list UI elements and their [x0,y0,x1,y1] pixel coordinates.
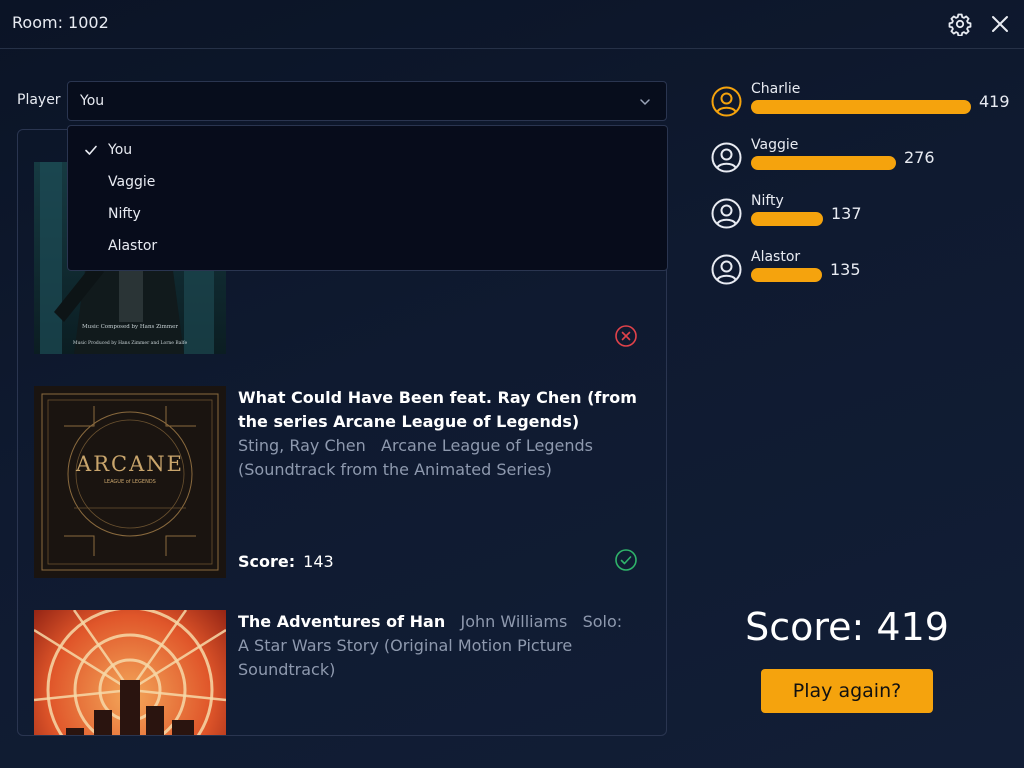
score-bar [751,212,823,226]
close-icon[interactable] [988,12,1012,36]
gear-icon[interactable] [948,12,972,36]
player-select-value: You [80,93,105,109]
dropdown-option-vaggie[interactable]: Vaggie [68,166,667,198]
song-info: What Could Have Been feat. Ray Chen (fro… [238,386,638,482]
dropdown-option-nifty[interactable]: Nifty [68,198,667,230]
player-score: 276 [904,148,935,167]
user-avatar-icon [711,198,742,229]
player-name: Nifty [751,193,784,209]
song-artist: John Williams [460,612,568,631]
dropdown-option-label: Vaggie [108,174,156,190]
song-title: What Could Have Been feat. Ray Chen (fro… [238,388,637,431]
chevron-down-icon [640,99,650,106]
correct-answer-icon [615,549,637,571]
cover-subtitle: LEAGUE of LEGENDS [104,479,156,485]
player-name: Alastor [751,249,801,265]
score-bar [751,100,971,114]
leaderboard-row: Vaggie 276 [711,137,1011,176]
final-score: Score: 419 [745,605,949,649]
song-artist: Sting, Ray Chen [238,436,366,455]
player-name: Charlie [751,81,801,97]
player-select[interactable]: You [67,81,667,121]
album-cover [34,610,226,735]
player-score: 137 [831,204,862,223]
header-bar: Room: 1002 [0,0,1024,49]
song-title: The Adventures of Han [238,612,446,631]
song-item: The Adventures of Han John Williams Solo… [34,610,644,735]
cover-title: ARCANE [75,452,184,476]
song-score: Score: 143 [238,552,334,571]
leaderboard-row: Alastor 135 [711,249,1011,288]
user-avatar-icon [711,86,742,117]
song-item: ARCANE LEAGUE of LEGENDS What Could Have… [34,386,644,578]
player-dropdown-menu: You Vaggie Nifty Alastor [67,125,668,271]
player-score: 419 [979,92,1010,111]
dropdown-option-alastor[interactable]: Alastor [68,230,667,262]
play-again-button[interactable]: Play again? [761,669,933,713]
song-score-value: 143 [303,552,334,571]
check-icon [85,145,97,155]
user-avatar-icon [711,254,742,285]
player-name: Vaggie [751,137,799,153]
score-bar [751,156,896,170]
wrong-answer-icon [615,325,637,347]
song-info: The Adventures of Han John Williams Solo… [238,610,638,682]
cover-credit-line: Music Composed by Hans Zimmer [82,324,178,330]
score-bar [751,268,822,282]
player-label: Player [17,92,61,108]
album-cover: ARCANE LEAGUE of LEGENDS [34,386,226,578]
leaderboard-row: Nifty 137 [711,193,1011,232]
song-score-label: Score: [238,552,296,571]
player-score: 135 [830,260,861,279]
dropdown-option-label: Alastor [108,238,158,254]
room-title: Room: 1002 [12,13,109,32]
user-avatar-icon [711,142,742,173]
cover-credit-line: Music Produced by Hans Zimmer and Lorne … [73,340,188,346]
leaderboard-row: Charlie 419 [711,81,1011,120]
dropdown-option-label: You [108,142,133,158]
dropdown-option-you[interactable]: You [68,134,667,166]
dropdown-option-label: Nifty [108,206,141,222]
